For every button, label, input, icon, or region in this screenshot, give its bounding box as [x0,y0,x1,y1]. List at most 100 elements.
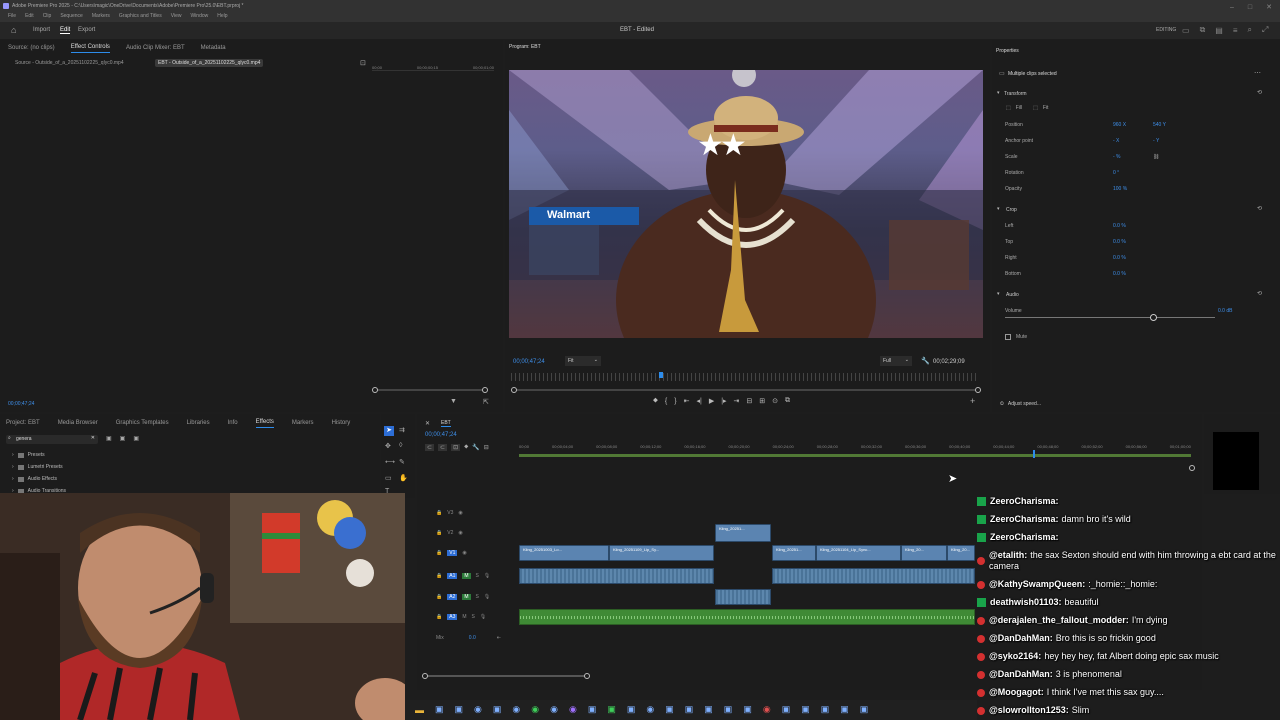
menu-sequence[interactable]: Sequence [60,13,83,19]
more-icon[interactable]: ⋯ [1254,69,1261,77]
tab-audio-clip-mixer[interactable]: Audio Clip Mixer: EBT [126,45,185,51]
nav-import[interactable]: Import [33,27,50,33]
link-icon[interactable]: ⛓ [1153,154,1159,160]
timeline-ruler[interactable]: 00;00 00;00;04;00 00;00;08;00 00;00;12;0… [519,444,1191,449]
slip-icon[interactable]: ⟷ [385,458,395,466]
scroll-handle-right[interactable] [584,673,590,679]
tree-item-lumetri[interactable]: › Lumetri Presets [12,464,63,470]
sequence-clip-selector[interactable]: EBT - Outside_of_a_20251102225_qlyc0.mp4 [155,59,264,67]
taskbar-app-icon[interactable]: ▣ [840,704,849,715]
taskbar-app-icon[interactable]: ◉ [512,704,520,715]
scroll-handle-left[interactable] [422,673,428,679]
taskbar-app-icon[interactable]: ▣ [724,704,733,715]
menu-icon[interactable]: ≡ [1233,26,1238,35]
edge-icon[interactable]: ◉ [474,704,482,715]
lock-icon[interactable]: 🔒 [436,594,442,600]
mark-out-icon[interactable]: } [674,398,676,405]
wrench-icon[interactable]: 🔧 [472,444,479,451]
fit-icon[interactable]: ⬚ [1033,105,1038,111]
comparison-icon[interactable]: ⧉ [785,397,790,405]
source-clip-selector[interactable]: Source - Outside_of_a_20251102225_qlyc0.… [12,59,127,67]
eye-icon[interactable]: ◉ [462,550,466,556]
go-to-out-icon[interactable]: ⇥ [734,397,740,405]
taskbar-app-icon[interactable]: ▣ [782,704,791,715]
mute-row[interactable]: Mute [1005,334,1027,340]
extract-icon[interactable]: ⊞ [759,397,765,405]
menu-clip[interactable]: Clip [43,13,52,19]
go-to-in-icon[interactable]: ⇤ [684,397,690,405]
tab-info[interactable]: Info [228,420,238,426]
vertical-zoom-handle[interactable] [1189,465,1195,471]
yuv-icon[interactable]: ▣ [133,435,139,442]
menu-view[interactable]: View [171,13,182,19]
timeline-scrollbar[interactable] [422,673,590,679]
minimize-icon[interactable]: – [1230,4,1234,11]
work-area-bar[interactable] [519,454,1191,457]
scroll-handle-right[interactable] [482,387,488,393]
zoom-handle-left[interactable] [511,387,517,393]
taskbar-app-icon[interactable]: ▣ [455,704,464,715]
taskbar-app-icon[interactable]: ◉ [763,704,771,715]
expand-icon[interactable]: ⤢ [1262,25,1268,35]
accelerated-icon[interactable]: ▣ [106,435,112,442]
tab-libraries[interactable]: Libraries [187,420,210,426]
tree-item-presets[interactable]: › Presets [12,452,45,458]
mute-m-icon[interactable]: M [462,594,471,600]
panel-icon[interactable]: ▤ [1215,26,1223,35]
rectangle-icon[interactable]: ▭ [385,474,392,482]
taskbar-app-icon[interactable]: ◉ [646,704,654,715]
properties-tab[interactable]: Properties [996,48,1019,54]
taskbar-app-icon[interactable]: ◉ [550,704,558,715]
snap-icon[interactable]: ⊂ [425,444,435,451]
mute-m-icon[interactable]: M [462,573,471,579]
tab-project[interactable]: Project: EBT [6,420,40,426]
taskbar-app-icon[interactable]: ◉ [569,704,577,715]
solo-icon[interactable]: S [476,594,479,600]
maximize-icon[interactable]: □ [1248,4,1252,11]
volume-slider[interactable] [1005,314,1215,321]
effect-controls-scrollbar[interactable] [372,387,488,393]
quality-select[interactable]: Full ⌄ [880,356,912,366]
mic-icon[interactable]: 🎙 [484,573,490,579]
menu-window[interactable]: Window [190,13,208,19]
lock-icon[interactable]: 🔒 [436,573,442,579]
solo-icon[interactable]: S [472,614,475,620]
share-icon[interactable]: ⧉ [1200,25,1206,35]
menu-markers[interactable]: Markers [92,13,110,19]
pen-icon[interactable]: ✎ [399,458,405,466]
taskbar-app-icon[interactable]: ▣ [627,704,636,715]
transform-chevron-icon[interactable]: ▾ [997,90,1000,96]
workspace-icon[interactable]: ▭ [1182,26,1190,35]
program-mini-ruler[interactable] [511,373,979,381]
eye-icon[interactable]: ◉ [458,530,462,536]
32bit-icon[interactable]: ▣ [120,435,126,442]
menu-graphics[interactable]: Graphics and Titles [119,13,162,19]
tab-markers[interactable]: Markers [292,420,314,426]
eye-icon[interactable]: ◉ [458,510,462,516]
clear-icon[interactable]: ✕ [91,435,95,441]
search-input[interactable]: genera [16,436,32,442]
mic-icon[interactable]: 🎙 [484,594,490,600]
lock-icon[interactable]: 🔒 [436,614,442,620]
selection-tool-icon[interactable]: ➤ [384,426,394,436]
v1-clip[interactable]: Kling_20251104_Lip_Sync... [816,545,901,561]
nav-export[interactable]: Export [78,27,95,33]
taskbar-app-icon[interactable]: ▣ [821,704,830,715]
volume-value[interactable]: 0.0 dB [1218,308,1232,314]
razor-icon[interactable]: ◊ [399,442,402,449]
a3-music-clip[interactable] [519,609,976,625]
folder-icon[interactable]: ▬ [415,705,424,715]
captions-icon[interactable]: ⊟ [484,444,489,451]
ripple-edit-icon[interactable]: ✥ [385,442,391,450]
nav-edit[interactable]: Edit [60,27,71,34]
track-select-icon[interactable]: ⇉ [399,426,405,434]
fit-select[interactable]: Fit ⌄ [565,356,601,366]
volume-slider-thumb[interactable] [1150,314,1157,321]
taskbar-app-icon[interactable]: ▣ [801,704,810,715]
settings-icon[interactable]: 🔧 [921,357,930,365]
mark-in-icon[interactable]: { [665,398,667,405]
taskbar-app-icon[interactable]: ▣ [704,704,713,715]
taskbar-app-icon[interactable]: ▣ [860,704,869,715]
lock-icon[interactable]: 🔒 [436,510,442,516]
crop-chevron-icon[interactable]: ▾ [997,206,1000,212]
